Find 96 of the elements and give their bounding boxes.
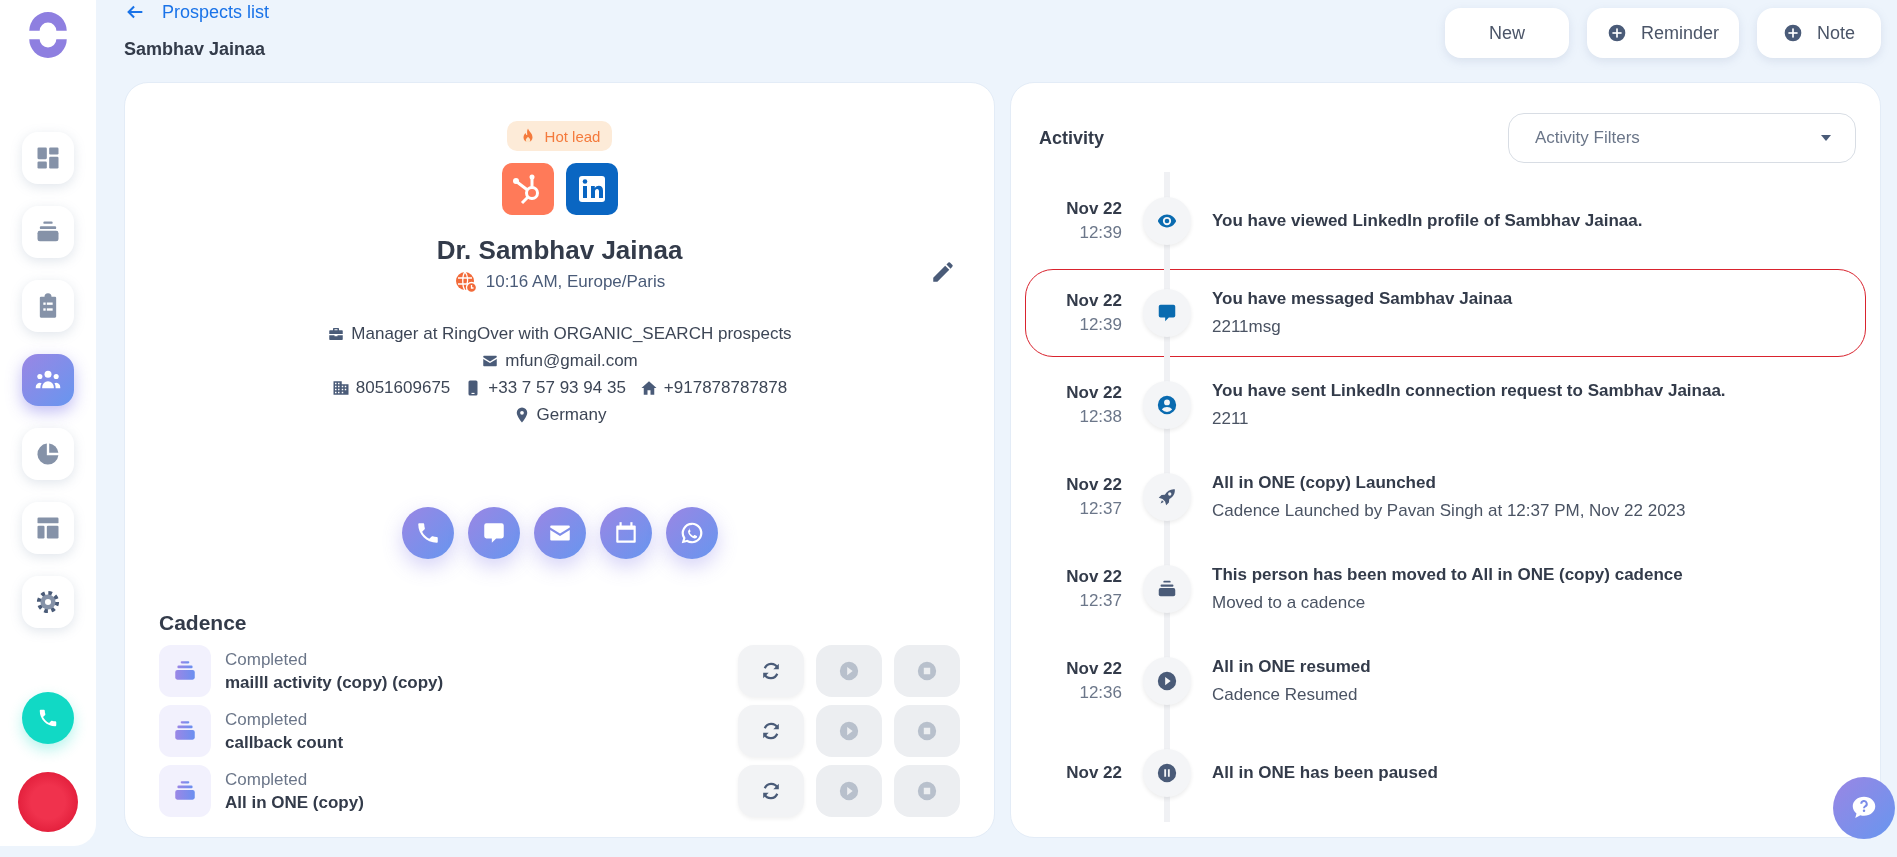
cadence-icon xyxy=(159,765,211,817)
cadence-name: callback count xyxy=(225,732,345,753)
stop-icon xyxy=(916,780,938,802)
activity-date: Nov 22 xyxy=(1065,475,1122,495)
activity-date: Nov 22 xyxy=(1065,383,1122,403)
toolbar-button[interactable]: New xyxy=(1444,8,1569,58)
sidebar-item[interactable] xyxy=(22,428,74,480)
activity-date: Nov 22 xyxy=(1065,567,1122,587)
toolbar-button[interactable]: Note xyxy=(1757,8,1881,58)
play-icon xyxy=(1143,657,1191,705)
message-button[interactable] xyxy=(467,507,520,559)
contact-detail: Germany xyxy=(536,405,607,425)
activity-title: All in ONE (copy) Launched xyxy=(1212,473,1437,493)
activity-title: You have messaged Sambhav Jainaa xyxy=(1212,289,1514,309)
stop-icon xyxy=(916,660,938,682)
edit-icon[interactable] xyxy=(930,259,956,285)
cadence-name: All in ONE (copy) xyxy=(225,792,365,813)
activity-date: Nov 22 xyxy=(1065,659,1122,679)
chat-app-button[interactable] xyxy=(665,507,718,559)
pause-icon xyxy=(1143,749,1191,797)
settings-icon xyxy=(34,588,62,616)
activity-time: 12:39 xyxy=(1078,223,1122,243)
briefcase-icon xyxy=(327,325,346,343)
caret-icon xyxy=(1821,135,1831,141)
toolbar-button[interactable]: Reminder xyxy=(1586,8,1739,58)
activity-time: 12:37 xyxy=(1078,499,1122,519)
person-icon xyxy=(1143,381,1191,429)
activity-title: This person has been moved to All in ONE (copy) cadence xyxy=(1212,565,1684,585)
refresh-button[interactable] xyxy=(738,705,804,757)
plus-icon xyxy=(1783,23,1803,43)
activity-detail: 2211msg xyxy=(1212,317,1282,337)
contact-detail: +33 7 57 93 94 35 xyxy=(488,378,626,398)
cadence-icon xyxy=(159,645,211,697)
activity-time: 12:38 xyxy=(1078,407,1122,427)
activity-title: All in ONE has been paused xyxy=(1212,763,1439,783)
refresh-button[interactable] xyxy=(738,645,804,697)
play-icon xyxy=(838,660,860,682)
activity-title: All in ONE resumed xyxy=(1212,657,1372,677)
back-link[interactable]: Prospects list xyxy=(124,1,270,23)
activity-title: You have sent LinkedIn connection request to Sambhav Jainaa. xyxy=(1212,381,1727,401)
plus-icon xyxy=(1606,23,1627,43)
activity-date: Nov 22 xyxy=(1065,291,1122,311)
contact-detail: 8051609675 xyxy=(355,378,451,398)
refresh-icon xyxy=(760,780,782,802)
message-icon xyxy=(1143,289,1191,337)
activity-date: Nov 22 xyxy=(1065,763,1122,783)
calendar-button[interactable] xyxy=(599,507,652,559)
activity-title: You have viewed LinkedIn profile of Sambhav Jainaa. xyxy=(1212,211,1644,231)
activity-detail: Cadence Resumed xyxy=(1212,685,1359,705)
cadence-name: mailll activity (copy) (copy) xyxy=(225,672,445,693)
sidebar-item[interactable] xyxy=(22,354,74,406)
contact-detail: +917878787878 xyxy=(663,378,788,398)
page-title: Sambhav Jainaa xyxy=(124,39,267,60)
play-icon xyxy=(838,720,860,742)
activity-filter-dropdown[interactable]: Activity Filters xyxy=(1508,113,1856,163)
phone-button[interactable] xyxy=(22,692,74,744)
rocket-icon xyxy=(1143,473,1191,521)
activity-detail: Moved to a cadence xyxy=(1212,593,1367,613)
email-button[interactable] xyxy=(533,507,586,559)
cadence-icon xyxy=(159,705,211,757)
activity-detail: 2211 xyxy=(1212,409,1250,429)
sidebar-item[interactable] xyxy=(22,206,74,258)
refresh-icon xyxy=(760,660,782,682)
local-time: 10:16 AM, Europe/Paris xyxy=(485,272,666,292)
contact-detail: mfun@gmail.com xyxy=(505,351,638,371)
refresh-button[interactable] xyxy=(738,765,804,817)
activity-detail: Cadence Launched by Pavan Singh at 12:37 PM, Nov 22 2023 xyxy=(1212,501,1687,521)
globe-clock-icon xyxy=(453,270,478,294)
home-icon xyxy=(639,379,658,397)
activity-date: Nov 22 xyxy=(1065,199,1122,219)
avatar[interactable] xyxy=(18,772,78,832)
hot-lead-badge: Hot lead xyxy=(506,121,613,151)
play-icon xyxy=(838,780,860,802)
phone-icon xyxy=(37,707,59,729)
activity-time: 12:37 xyxy=(1078,591,1122,611)
sidebar-item[interactable] xyxy=(22,502,74,554)
section-title: Activity xyxy=(1039,127,1105,149)
sidebar-item[interactable] xyxy=(22,280,74,332)
activity-time: 12:39 xyxy=(1078,315,1122,335)
activity-time: 12:36 xyxy=(1078,683,1122,703)
cadence-status: Completed xyxy=(225,649,309,670)
stack-icon xyxy=(1143,565,1191,613)
contact-detail: Manager at RingOver with ORGANIC_SEARCH prospects xyxy=(351,324,792,344)
refresh-icon xyxy=(760,720,782,742)
prospect-name: Dr. Sambhav Jainaa xyxy=(436,235,683,266)
stop-icon xyxy=(916,720,938,742)
section-title: Cadence xyxy=(159,611,248,635)
cadence-status: Completed xyxy=(225,769,309,790)
sidebar-item[interactable] xyxy=(22,576,74,628)
eye-icon xyxy=(1143,197,1191,245)
cadence-status: Completed xyxy=(225,709,309,730)
building-icon xyxy=(331,379,350,397)
hub-logo-icon[interactable] xyxy=(501,163,554,215)
call-button[interactable] xyxy=(401,507,454,559)
in-logo-icon[interactable] xyxy=(565,163,618,215)
sidebar-item[interactable] xyxy=(22,132,74,184)
